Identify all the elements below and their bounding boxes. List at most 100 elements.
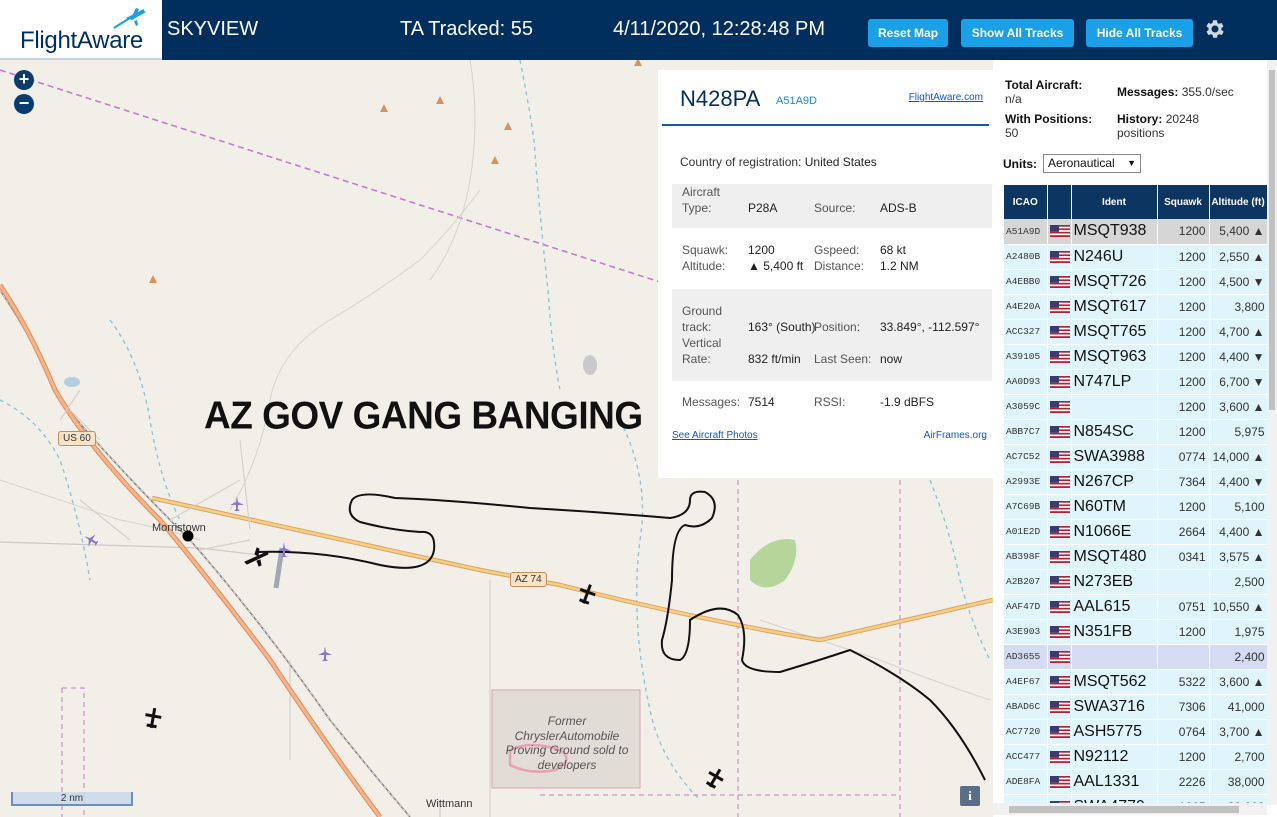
table-row[interactable]: A3E903 N351FB 1200 1,975 <box>1004 619 1267 645</box>
cell-icao: ACC327 <box>1004 319 1048 345</box>
cell-squawk: 1200 <box>1157 319 1210 345</box>
header-col-flag[interactable] <box>1047 185 1072 219</box>
table-row[interactable]: AA0D93 N747LP 1200 6,700 ▼ <box>1004 369 1267 395</box>
cell-altitude: 5,975 <box>1209 419 1267 445</box>
horizontal-scrollbar[interactable] <box>993 803 1267 815</box>
table-row[interactable]: AB398F MSQT480 0341 3,575 ▲ <box>1004 544 1267 570</box>
table-row[interactable]: A2B207 N273EB 2,500 <box>1004 569 1267 595</box>
gspeed-value: 68 kt <box>880 243 907 257</box>
table-row[interactable]: AC7720 ASH5775 0764 3,700 ▲ <box>1004 719 1267 745</box>
table-row[interactable]: A01E2D N1066E 2664 4,400 ▲ <box>1004 519 1267 545</box>
table-row[interactable]: A3059C 1200 3,600 ▲ <box>1004 394 1267 420</box>
table-row[interactable]: A2480B N246U 1200 2,550 ▲ <box>1004 244 1267 270</box>
cell-altitude: 14,000 ▲ <box>1209 444 1267 470</box>
cell-altitude: 38,000 <box>1209 769 1267 795</box>
cell-altitude: 4,700 ▲ <box>1209 319 1267 345</box>
cell-squawk: 2664 <box>1157 519 1210 545</box>
flightaware-logo[interactable]: FlightAware <box>0 0 162 60</box>
table-row[interactable]: ABAD6C SWA3716 7306 41,000 <box>1004 694 1267 720</box>
cell-ident: MSQT963 <box>1071 344 1158 370</box>
cell-altitude: 3,575 ▲ <box>1209 544 1267 570</box>
table-row[interactable]: ADE8FA AAL1331 2226 38,000 <box>1004 769 1267 795</box>
table-row[interactable]: ACC327 MSQT765 1200 4,700 ▲ <box>1004 319 1267 345</box>
table-row[interactable]: ABB7C7 N854SC 1200 5,975 <box>1004 419 1267 445</box>
header-col-ident[interactable]: Ident <box>1071 185 1158 219</box>
cell-icao: AAF47D <box>1004 594 1048 620</box>
table-row[interactable]: A4E20A MSQT617 1200 3,800 <box>1004 294 1267 320</box>
cell-squawk <box>1157 569 1210 595</box>
cell-squawk: 5322 <box>1157 669 1210 695</box>
table-row[interactable]: AD3655 2,400 <box>1004 644 1267 670</box>
flightaware-link[interactable]: FlightAware.com <box>909 92 983 103</box>
airplane-icon[interactable] <box>576 582 598 606</box>
table-row[interactable]: A4EF67 MSQT562 5322 3,600 ▲ <box>1004 669 1267 695</box>
table-row[interactable]: A4EBB0 MSQT726 1200 4,500 ▼ <box>1004 269 1267 295</box>
cell-flag <box>1047 369 1072 395</box>
us-flag-icon <box>1049 250 1070 263</box>
cell-flag <box>1047 619 1072 645</box>
us-flag-icon <box>1049 525 1070 538</box>
distance-value: 1.2 NM <box>880 259 919 273</box>
cell-altitude: 41,000 <box>1209 694 1267 720</box>
cell-altitude: 3,800 <box>1209 294 1267 320</box>
logo-text: FlightAware <box>20 27 143 54</box>
scrollbar-thumb[interactable] <box>1269 70 1275 410</box>
table-row[interactable]: A7C69B N60TM 1200 5,100 <box>1004 494 1267 520</box>
us-flag-icon <box>1049 625 1070 638</box>
cell-icao: ADE8FA <box>1004 769 1048 795</box>
cell-flag <box>1047 444 1072 470</box>
hide-all-tracks-button[interactable]: Hide All Tracks <box>1086 19 1193 47</box>
airplane-icon[interactable] <box>704 766 726 790</box>
cell-altitude: 3,700 ▲ <box>1209 719 1267 745</box>
track-label: Ground track: <box>682 304 723 334</box>
header-col-icao[interactable]: ICAO <box>1004 185 1048 219</box>
cell-icao: ABB7C7 <box>1004 419 1048 445</box>
cell-altitude: 3,600 ▲ <box>1209 394 1267 420</box>
gear-icon[interactable] <box>1203 17 1227 41</box>
table-row[interactable]: AAF47D AAL615 0751 10,550 ▲ <box>1004 594 1267 620</box>
scrollbar-thumb[interactable] <box>1009 806 1239 813</box>
info-button[interactable]: i <box>960 786 980 806</box>
header-col-squawk[interactable]: Squawk <box>1157 185 1210 219</box>
cell-ident: ASH5775 <box>1071 719 1158 745</box>
cell-flag <box>1047 394 1072 420</box>
table-row[interactable]: A51A9D MSQT938 1200 5,400 ▲ <box>1004 219 1267 245</box>
us-flag-icon <box>1049 450 1070 463</box>
show-all-tracks-button[interactable]: Show All Tracks <box>961 19 1074 47</box>
table-row[interactable]: AC7C52 SWA3988 0774 14,000 ▲ <box>1004 444 1267 470</box>
table-row[interactable]: A2993E N267CP 7364 4,400 ▼ <box>1004 469 1267 495</box>
us-flag-icon <box>1049 400 1070 413</box>
airframes-link[interactable]: AirFrames.org <box>924 430 987 441</box>
top-header-bar: FlightAware SKYVIEW TA Tracked: 55 4/11/… <box>0 0 1277 60</box>
cell-altitude: 4,500 ▼ <box>1209 269 1267 295</box>
aircraft-type-block: Aircraft Type: P28A Source: ADS-B <box>672 184 992 228</box>
cell-icao: A3E903 <box>1004 619 1048 645</box>
cell-ident: SWA3716 <box>1071 694 1158 720</box>
type-label: Aircraft Type: <box>682 185 721 215</box>
vertical-scrollbar[interactable] <box>1267 60 1277 805</box>
units-select[interactable]: Aeronautical ▼ <box>1043 154 1141 173</box>
reset-map-button[interactable]: Reset Map <box>868 19 948 47</box>
country-value: United States <box>804 155 877 169</box>
airplane-icon[interactable] <box>142 706 164 730</box>
zoom-in-button[interactable]: + <box>14 70 34 90</box>
cell-flag <box>1047 319 1072 345</box>
airplane-icon-selected[interactable] <box>243 544 269 568</box>
scale-bar: 2 nm <box>11 792 133 806</box>
table-row[interactable]: ACC477 N92112 1200 2,700 <box>1004 744 1267 770</box>
see-aircraft-photos-link[interactable]: See Aircraft Photos <box>672 430 758 441</box>
cell-icao: AC7720 <box>1004 719 1048 745</box>
us-flag-icon <box>1049 225 1070 238</box>
cell-altitude: 3,600 ▲ <box>1209 669 1267 695</box>
cell-icao: A4EF67 <box>1004 669 1048 695</box>
us-flag-icon <box>1049 775 1070 788</box>
header-col-altitude[interactable]: Altitude (ft) <box>1209 185 1267 219</box>
aircraft-hex: A51A9D <box>776 95 817 107</box>
aircraft-table-container[interactable]: ICAO Ident Squawk Altitude (ft) A51A9D MSQT9… <box>1004 185 1267 806</box>
zoom-out-button[interactable]: − <box>14 94 34 114</box>
table-row[interactable]: A39105 MSQT963 1200 4,400 ▼ <box>1004 344 1267 370</box>
cell-flag <box>1047 644 1072 670</box>
cell-flag <box>1047 669 1072 695</box>
cell-icao: ACC477 <box>1004 744 1048 770</box>
airport-icon <box>277 542 291 557</box>
